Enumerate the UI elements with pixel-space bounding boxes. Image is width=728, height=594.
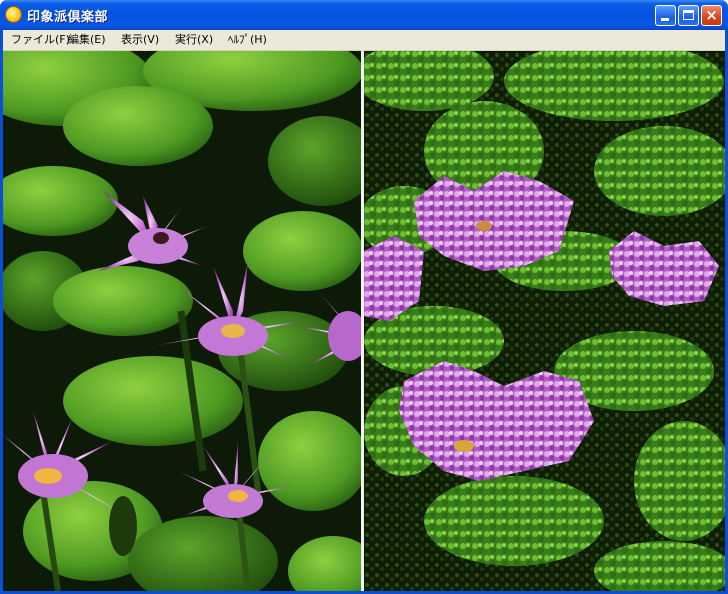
title-bar[interactable]: 印象派倶楽部 × — [0, 0, 728, 30]
close-button[interactable]: × — [701, 5, 722, 26]
close-icon: × — [705, 6, 718, 24]
app-window: 印象派倶楽部 × ファイル(F) 編集(E) 表示(V) 実行(X) ﾍﾙﾌﾟ(… — [0, 0, 728, 594]
minimize-icon — [661, 18, 669, 21]
menu-edit[interactable]: 編集(E) — [64, 31, 110, 49]
impressionist-painting — [364, 51, 725, 591]
menu-view[interactable]: 表示(V) — [117, 31, 163, 49]
menu-help[interactable]: ﾍﾙﾌﾟ(H) — [224, 31, 271, 49]
sun-icon[interactable] — [6, 7, 21, 22]
window-title: 印象派倶楽部 — [27, 10, 109, 25]
menu-bar: ファイル(F) 編集(E) 表示(V) 実行(X) ﾍﾙﾌﾟ(H) — [3, 30, 725, 51]
minimize-button[interactable] — [655, 5, 676, 26]
processed-image-pane — [364, 51, 725, 591]
original-photo — [3, 51, 361, 591]
maximize-button[interactable] — [678, 5, 699, 26]
original-image-pane — [3, 51, 361, 591]
menu-run[interactable]: 実行(X) — [171, 31, 217, 49]
image-canvas — [3, 51, 725, 591]
maximize-icon — [683, 10, 694, 20]
